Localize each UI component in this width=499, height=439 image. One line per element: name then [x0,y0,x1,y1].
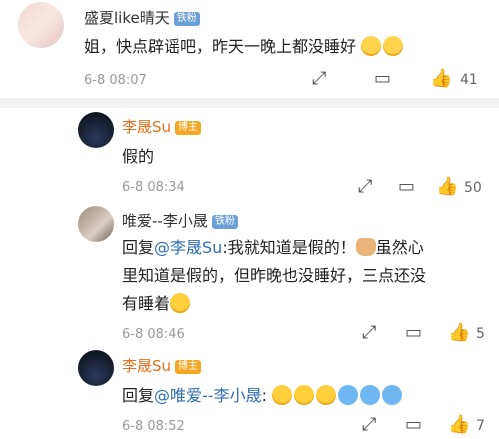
mention-link[interactable]: @唯爱--李小晟 [154,386,262,405]
reply-text: 回复@唯爱--李小晟: [122,382,404,410]
author-badge: 博主 [175,360,202,374]
comment-icon[interactable]: ▭ [398,176,415,197]
reply-time: 6-8 08:46 [122,327,185,342]
comment-time: 6-8 08:07 [84,73,147,88]
author-badge: 博主 [175,121,202,135]
cat-emoji-icon [355,238,376,256]
mention-link[interactable]: @李晟Su [154,238,222,257]
sad-emoji-icon [383,36,404,56]
hug-emoji-icon [360,385,381,405]
hug-emoji-icon [338,385,359,405]
reply-text-line3: 有睡着 [122,290,192,318]
comment-username[interactable]: 盛夏like晴天 铁粉 [84,7,200,28]
like-icon[interactable]: 👍 [436,176,458,197]
reply-time: 6-8 08:52 [122,419,185,434]
hug-emoji-icon [382,385,403,405]
sad-emoji-icon [361,36,382,56]
avatar-author[interactable] [78,350,114,386]
section-divider [0,98,499,108]
share-icon[interactable]: ⤢ [362,414,376,435]
comment-icon[interactable]: ▭ [405,414,422,435]
like-count: 50 [464,180,482,196]
reply-time: 6-8 08:34 [122,180,185,195]
reply-text: 假的 [122,147,155,166]
like-count: 41 [460,72,478,88]
laugh-emoji-icon [294,385,315,405]
comment-text: 姐，快点辟谣吧，昨天一晚上都没睡好 [84,33,405,61]
like-icon[interactable]: 👍 [430,68,452,89]
avatar-user1[interactable] [18,2,64,48]
reply-text-line1: 回复@李晟Su:我就知道是假的！ 虽然心 [122,238,424,257]
reply-username[interactable]: 李晟Su 博主 [122,116,202,137]
like-icon[interactable]: 👍 [448,322,470,343]
avatar-user2[interactable] [78,206,114,242]
laugh-emoji-icon [316,385,337,405]
reply-text-line2: 里知道是假的，但昨晚也没睡好，三点还没 [122,266,427,285]
laugh-emoji-icon [272,385,293,405]
comment-icon[interactable]: ▭ [405,322,422,343]
like-count: 5 [476,326,485,342]
like-count: 7 [476,418,485,434]
like-icon[interactable]: 👍 [448,414,470,435]
fan-badge: 铁粉 [173,12,200,26]
reply-username[interactable]: 唯爱--李小晟 铁粉 [122,210,238,231]
avatar-author[interactable] [78,112,114,148]
share-icon[interactable]: ⤢ [312,68,326,89]
laugh-emoji-icon [170,293,191,313]
reply-username[interactable]: 李晟Su 博主 [122,355,202,376]
share-icon[interactable]: ⤢ [362,322,376,343]
share-icon[interactable]: ⤢ [358,176,372,197]
fan-badge: 铁粉 [211,215,238,229]
comment-icon[interactable]: ▭ [374,68,391,89]
